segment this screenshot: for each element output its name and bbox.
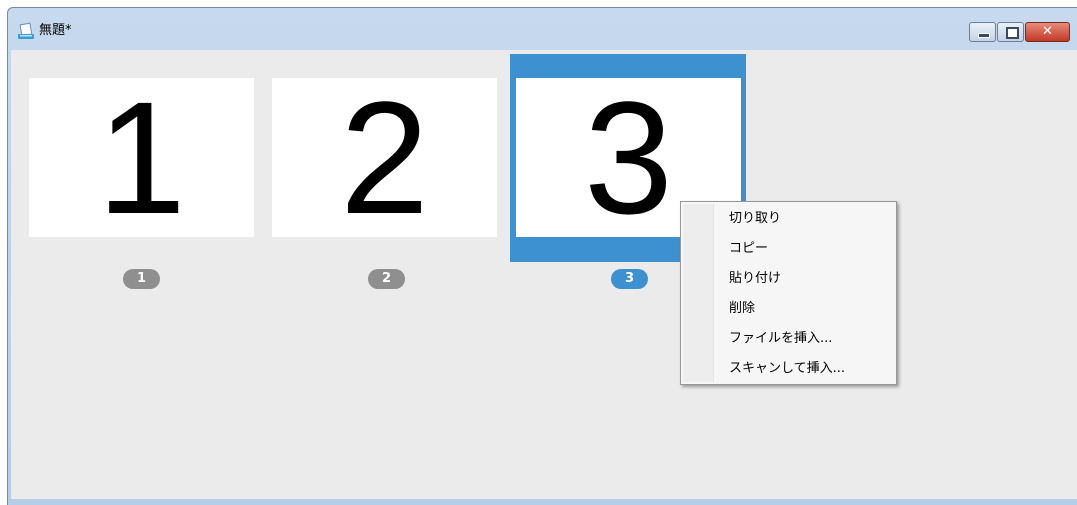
page-number-badge-2: 2 [368,269,405,289]
minimize-button[interactable] [969,22,996,42]
page-thumbnail-area[interactable]: 1 2 3 1 2 3 [11,50,1077,499]
maximize-icon [1006,27,1019,39]
page-content: 1 [97,78,186,237]
window-title: 無題* [39,23,72,38]
close-icon: ✕ [1042,24,1053,39]
scanner-app-icon [17,22,35,40]
menu-item-cut[interactable]: 切り取り [683,204,894,233]
page-content: 2 [340,78,429,237]
title-bar[interactable]: 無題* ✕ [8,8,1077,50]
close-button[interactable]: ✕ [1025,22,1070,42]
menu-item-paste[interactable]: 貼り付け [683,264,894,293]
page-number-badge-3: 3 [611,269,648,289]
maximize-button[interactable] [997,22,1024,42]
page-thumbnail-1[interactable]: 1 [29,78,254,237]
page-number-badge-1: 1 [123,269,160,289]
minimize-icon [978,33,990,38]
window-controls: ✕ [969,22,1070,42]
app-window: 無題* ✕ 1 2 3 1 2 3 [7,7,1077,505]
context-menu: 切り取り コピー 貼り付け 削除 ファイルを挿入... スキャンして挿入... [680,201,897,385]
menu-item-delete[interactable]: 削除 [683,294,894,323]
page-thumbnail-2[interactable]: 2 [272,78,497,237]
menu-item-scan-insert[interactable]: スキャンして挿入... [683,354,894,383]
menu-item-copy[interactable]: コピー [683,234,894,263]
menu-item-insert-file[interactable]: ファイルを挿入... [683,324,894,353]
